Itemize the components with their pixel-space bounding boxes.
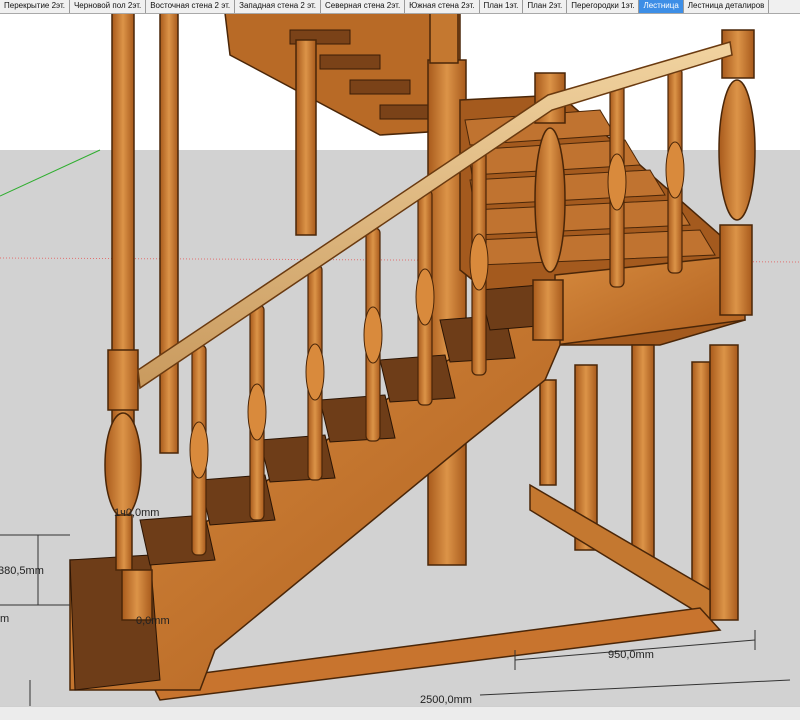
tab-peregorodki-1[interactable]: Перегородки 1эт.	[567, 0, 640, 13]
3d-viewport[interactable]: 1ч0,0mm 380,5mm 0,0mm 950,0mm 2500,0mm m	[0, 13, 800, 706]
newel-post-top	[718, 29, 756, 316]
dimension-label-3: 0,0mm	[136, 615, 170, 627]
tab-vostochnaya-stena-2[interactable]: Восточная стена 2 эт.	[146, 0, 236, 13]
tab-yuzhnaya-stena-2[interactable]: Южная стена 2эт.	[405, 0, 480, 13]
tab-lestnitsa-detalirovka[interactable]: Лестница деталиров	[684, 0, 770, 13]
tab-plan-1[interactable]: План 1эт.	[480, 0, 524, 13]
tab-lestnitsa[interactable]: Лестница	[639, 0, 684, 13]
dimension-label-5: 2500,0mm	[420, 694, 472, 706]
dimension-label-4: 950,0mm	[608, 649, 654, 661]
dimension-label-6: m	[0, 613, 9, 625]
center-post-top	[429, 13, 459, 64]
tab-zapadnaya-stena-2[interactable]: Западная стена 2 эт.	[235, 0, 321, 13]
back-post-upper	[295, 39, 317, 236]
back-post-mid	[159, 13, 179, 454]
scene-tabs: Перекрытие 2эт. Черновой пол 2эт. Восточ…	[0, 0, 800, 14]
staircase-model[interactable]: 1ч0,0mm 380,5mm 0,0mm 950,0mm 2500,0mm m	[0, 13, 800, 706]
tab-plan-2[interactable]: План 2эт.	[523, 0, 568, 13]
dimension-label-2: 380,5mm	[0, 565, 44, 577]
tab-perekrytie-2[interactable]: Перекрытие 2эт.	[0, 0, 70, 13]
tab-chernovoy-pol-2[interactable]: Черновой пол 2эт.	[70, 0, 147, 13]
tab-severnaya-stena-2[interactable]: Северная стена 2эт.	[321, 0, 406, 13]
dimension-label-1: 1ч0,0mm	[114, 507, 159, 519]
status-bar	[0, 706, 800, 720]
